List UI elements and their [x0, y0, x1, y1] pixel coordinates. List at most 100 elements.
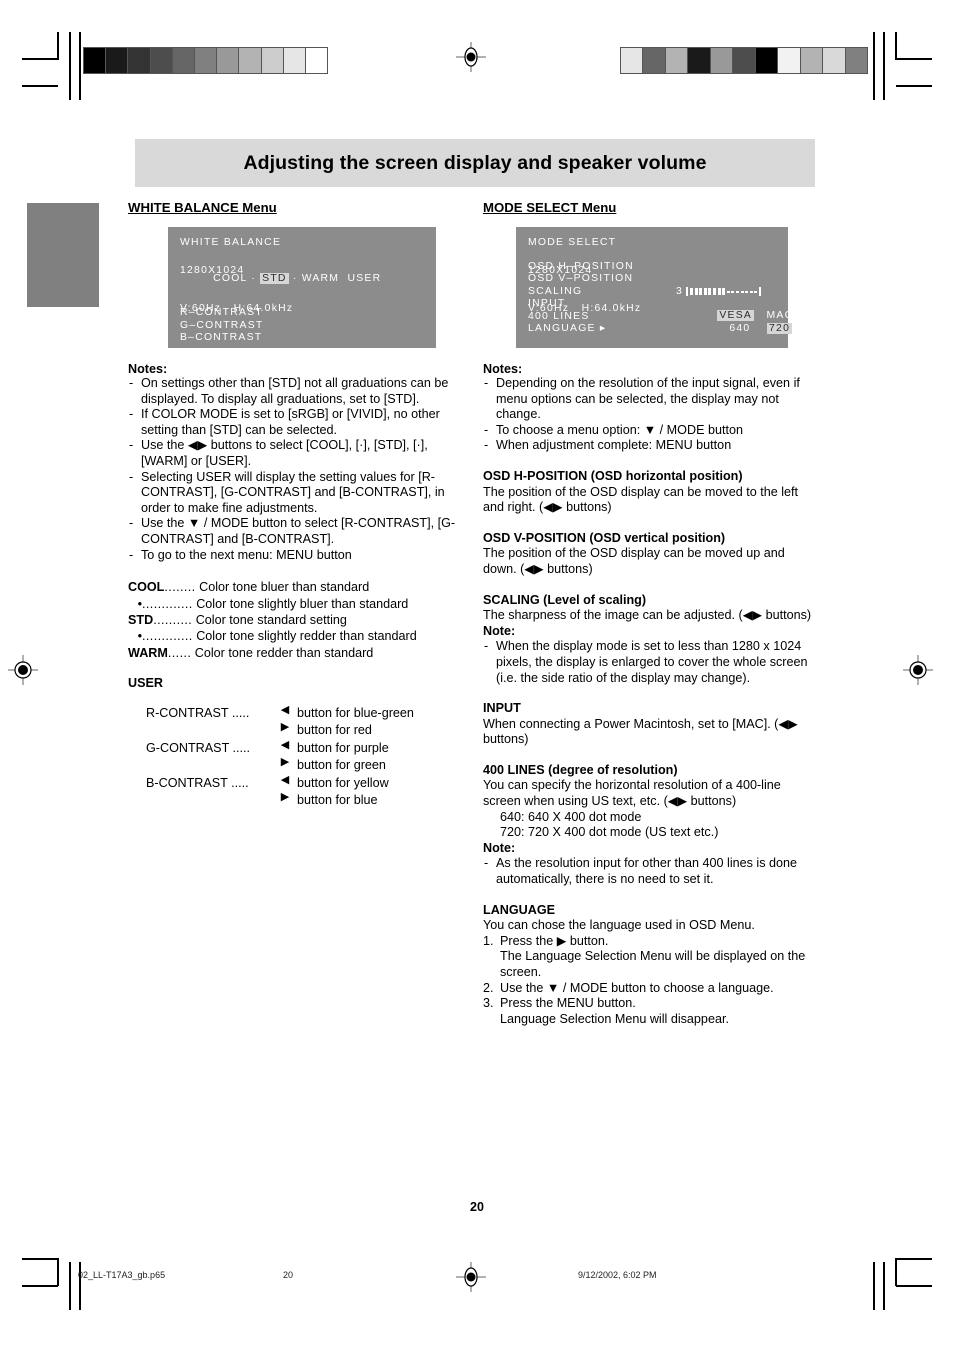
definition-dots: ..........	[153, 612, 193, 627]
right-arrow-icon: ▶	[280, 791, 290, 804]
definition-dots: ........	[164, 580, 196, 595]
definition-term: WARM	[128, 645, 168, 660]
osd-mode-select-signal-info: 1280X1024 V:60Hz H:64.0kHz	[528, 240, 641, 340]
page-title-bar: Adjusting the screen display and speaker…	[135, 139, 815, 187]
user-contrast-row: ▶ button for green	[128, 757, 466, 775]
left-note-item: Use the ◀▶ buttons to select [COOL], [·]…	[128, 438, 466, 469]
definition-desc: Color tone standard setting	[195, 612, 347, 627]
osd-wb-frequency: V:60Hz H:64.0kHz	[180, 302, 294, 314]
definition-term: STD	[128, 612, 154, 627]
400-lines-note-item: As the resolution input for other than 4…	[483, 856, 821, 887]
definition-desc: Color tone slightly bluer than standard	[196, 596, 409, 611]
right-note-item: Depending on the resolution of the input…	[483, 376, 821, 423]
page-title: Adjusting the screen display and speaker…	[243, 151, 707, 174]
user-contrast-row: R-CONTRAST ..... ◀ button for blue-green	[128, 703, 466, 723]
mode-select-osd-screen: MODE SELECT OSD H–POSITION OSD V–POSITIO…	[516, 227, 792, 348]
user-contrast-row: ▶ button for blue	[128, 792, 466, 810]
left-notes-label: Notes:	[128, 362, 168, 376]
user-contrast-row: ▶ button for red	[128, 722, 466, 740]
osd-400lines-option-720[interactable]: 720	[767, 323, 793, 334]
language-heading: LANGUAGE	[483, 902, 556, 917]
language-step: Use the ▼ / MODE button to choose a lang…	[483, 981, 821, 997]
language-step: Press the MENU button. Language Selectio…	[483, 996, 821, 1027]
definition-desc: Color tone redder than standard	[194, 645, 374, 660]
user-contrast-desc: button for yellow	[297, 775, 389, 790]
user-section-heading: USER	[128, 676, 163, 691]
osd-h-position-heading: OSD H-POSITION (OSD horizontal position)	[483, 468, 743, 483]
user-contrast-row: B-CONTRAST ..... ◀ button for yellow	[128, 773, 466, 793]
language-step-text: Press the MENU button.	[500, 996, 636, 1011]
scaling-note-item: When the display mode is set to less tha…	[483, 639, 821, 686]
user-contrast-desc: button for blue-green	[297, 705, 414, 720]
footer-timestamp: 9/12/2002, 6:02 PM	[578, 1270, 657, 1280]
right-note-item: When adjustment complete: MENU button	[483, 438, 821, 454]
osd-option-warm[interactable]: WARM	[302, 273, 340, 284]
user-contrast-label: G-CONTRAST .....	[146, 740, 251, 755]
footer-page-number: 20	[283, 1270, 294, 1280]
osd-v-position-body: The position of the OSD display can be m…	[483, 546, 785, 576]
osd-h-position-body: The position of the OSD display can be m…	[483, 484, 799, 515]
definition-dots: ......	[167, 645, 192, 660]
left-note-item: Use the ▼ / MODE button to select [R-CON…	[128, 516, 466, 547]
right-note-item: To choose a menu option: ▼ / MODE button	[483, 423, 821, 439]
definition-desc: Color tone bluer than standard	[199, 580, 370, 595]
left-arrow-icon: ◀	[280, 773, 290, 786]
400-lines-sub-item: 720: 720 X 400 dot mode (US text etc.)	[500, 825, 719, 840]
osd-ms-resolution: 1280X1024	[528, 265, 593, 276]
definition-row: •............. Color tone slightly bluer…	[128, 596, 466, 612]
osd-scaling-value: 3	[676, 285, 684, 297]
400-lines-sub-item: 640: 640 X 400 dot mode	[500, 809, 642, 824]
osd-option-user[interactable]: USER	[347, 273, 381, 284]
language-steps-list: Press the ▶ button. The Language Selecti…	[483, 934, 821, 1028]
user-contrast-desc: button for red	[297, 723, 372, 738]
osd-scaling-gauge[interactable]	[686, 287, 761, 297]
right-column: MODE SELECT Menu MODE SELECT OSD H–POSIT…	[483, 200, 821, 1027]
white-balance-section-heading: WHITE BALANCE Menu	[128, 200, 277, 215]
scaling-note-list: When the display mode is set to less tha…	[483, 639, 821, 686]
400-lines-body: You can specify the horizontal resolutio…	[483, 778, 781, 809]
user-contrast-label: R-CONTRAST .....	[146, 705, 250, 720]
definition-term: COOL	[128, 580, 165, 595]
osd-400lines-options[interactable]: 640 720	[688, 311, 793, 349]
language-step: Press the ▶ button. The Language Selecti…	[483, 934, 821, 981]
definition-row: COOL........ Color tone bluer than stand…	[128, 579, 466, 595]
user-contrast-desc: button for purple	[297, 740, 389, 755]
definition-bullet: •	[137, 629, 142, 644]
user-contrast-label	[128, 722, 273, 740]
definition-bullet: •	[137, 596, 142, 611]
input-heading: INPUT	[483, 701, 521, 716]
right-notes-list: Depending on the resolution of the input…	[483, 376, 821, 454]
page-content: Adjusting the screen display and speaker…	[0, 0, 954, 1351]
400-lines-heading: 400 LINES (degree of resolution)	[483, 762, 678, 777]
right-arrow-icon: ▶	[280, 721, 290, 734]
user-contrast-label	[128, 757, 273, 775]
osd-400lines-option-640[interactable]: 640	[729, 323, 750, 334]
right-arrow-icon: ▶	[280, 756, 290, 769]
user-contrast-desc: button for blue	[297, 793, 378, 808]
definition-row: STD.......... Color tone standard settin…	[128, 612, 466, 628]
language-body: You can chose the language used in OSD M…	[483, 918, 755, 933]
page-number: 20	[470, 1200, 484, 1214]
definition-row: •............. Color tone slightly redde…	[128, 628, 466, 644]
osd-scaling-control[interactable]: 3	[676, 286, 761, 299]
400-lines-note-list: As the resolution input for other than 4…	[483, 856, 821, 887]
left-arrow-icon: ◀	[280, 738, 290, 751]
osd-ms-frequency: V:60Hz H:64.0kHz	[528, 302, 642, 314]
definition-desc: Color tone slightly redder than standard	[196, 629, 417, 644]
user-contrast-table: R-CONTRAST ..... ◀ button for blue-green…	[128, 703, 466, 810]
400-lines-note-label: Note:	[483, 840, 516, 855]
mode-select-section-heading: MODE SELECT Menu	[483, 200, 617, 215]
input-body: When connecting a Power Macintosh, set t…	[483, 716, 798, 747]
left-note-item: To go to the next menu: MENU button	[128, 548, 466, 564]
footer-file-name: 02_LL-T17A3_gb.p65	[78, 1270, 166, 1280]
osd-v-position-heading: OSD V-POSITION (OSD vertical position)	[483, 530, 726, 545]
gauge-start-cap	[686, 287, 689, 297]
scaling-body: The sharpness of the image can be adjust…	[483, 608, 812, 623]
scaling-note-label: Note:	[483, 623, 516, 638]
left-arrow-icon: ◀	[280, 703, 290, 716]
left-note-item: If COLOR MODE is set to [sRGB] or [VIVID…	[128, 407, 466, 438]
user-contrast-desc: button for green	[297, 758, 386, 773]
osd-white-balance-signal-info: 1280X1024 V:60Hz H:64.0kHz	[180, 240, 293, 340]
language-step-sub: Language Selection Menu will disappear.	[500, 1011, 729, 1026]
white-balance-osd-screen: WHITE BALANCE COOL · STD · WARM USER R–C…	[168, 227, 436, 348]
